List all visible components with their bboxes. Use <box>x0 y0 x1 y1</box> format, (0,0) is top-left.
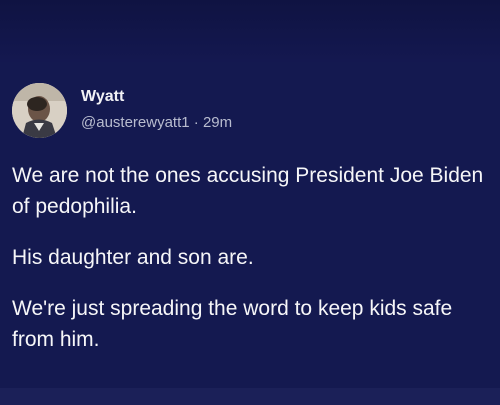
header-band <box>0 0 500 62</box>
post-text: We are not the ones accusing President J… <box>12 160 490 355</box>
meta-separator: · <box>193 114 199 131</box>
post-paragraph: We're just spreading the word to keep ki… <box>12 297 453 351</box>
footer-band <box>0 388 500 405</box>
author-handle[interactable]: @austerewyatt1 <box>81 114 190 131</box>
post-paragraph: His daughter and son are. <box>12 246 254 269</box>
post-paragraph: We are not the ones accusing President J… <box>12 164 484 218</box>
author-meta: @austerewyatt1 · 29m <box>81 114 232 131</box>
author-display-name[interactable]: Wyatt <box>81 88 124 106</box>
user-avatar-icon[interactable] <box>12 83 67 138</box>
post-timestamp[interactable]: 29m <box>203 114 232 131</box>
